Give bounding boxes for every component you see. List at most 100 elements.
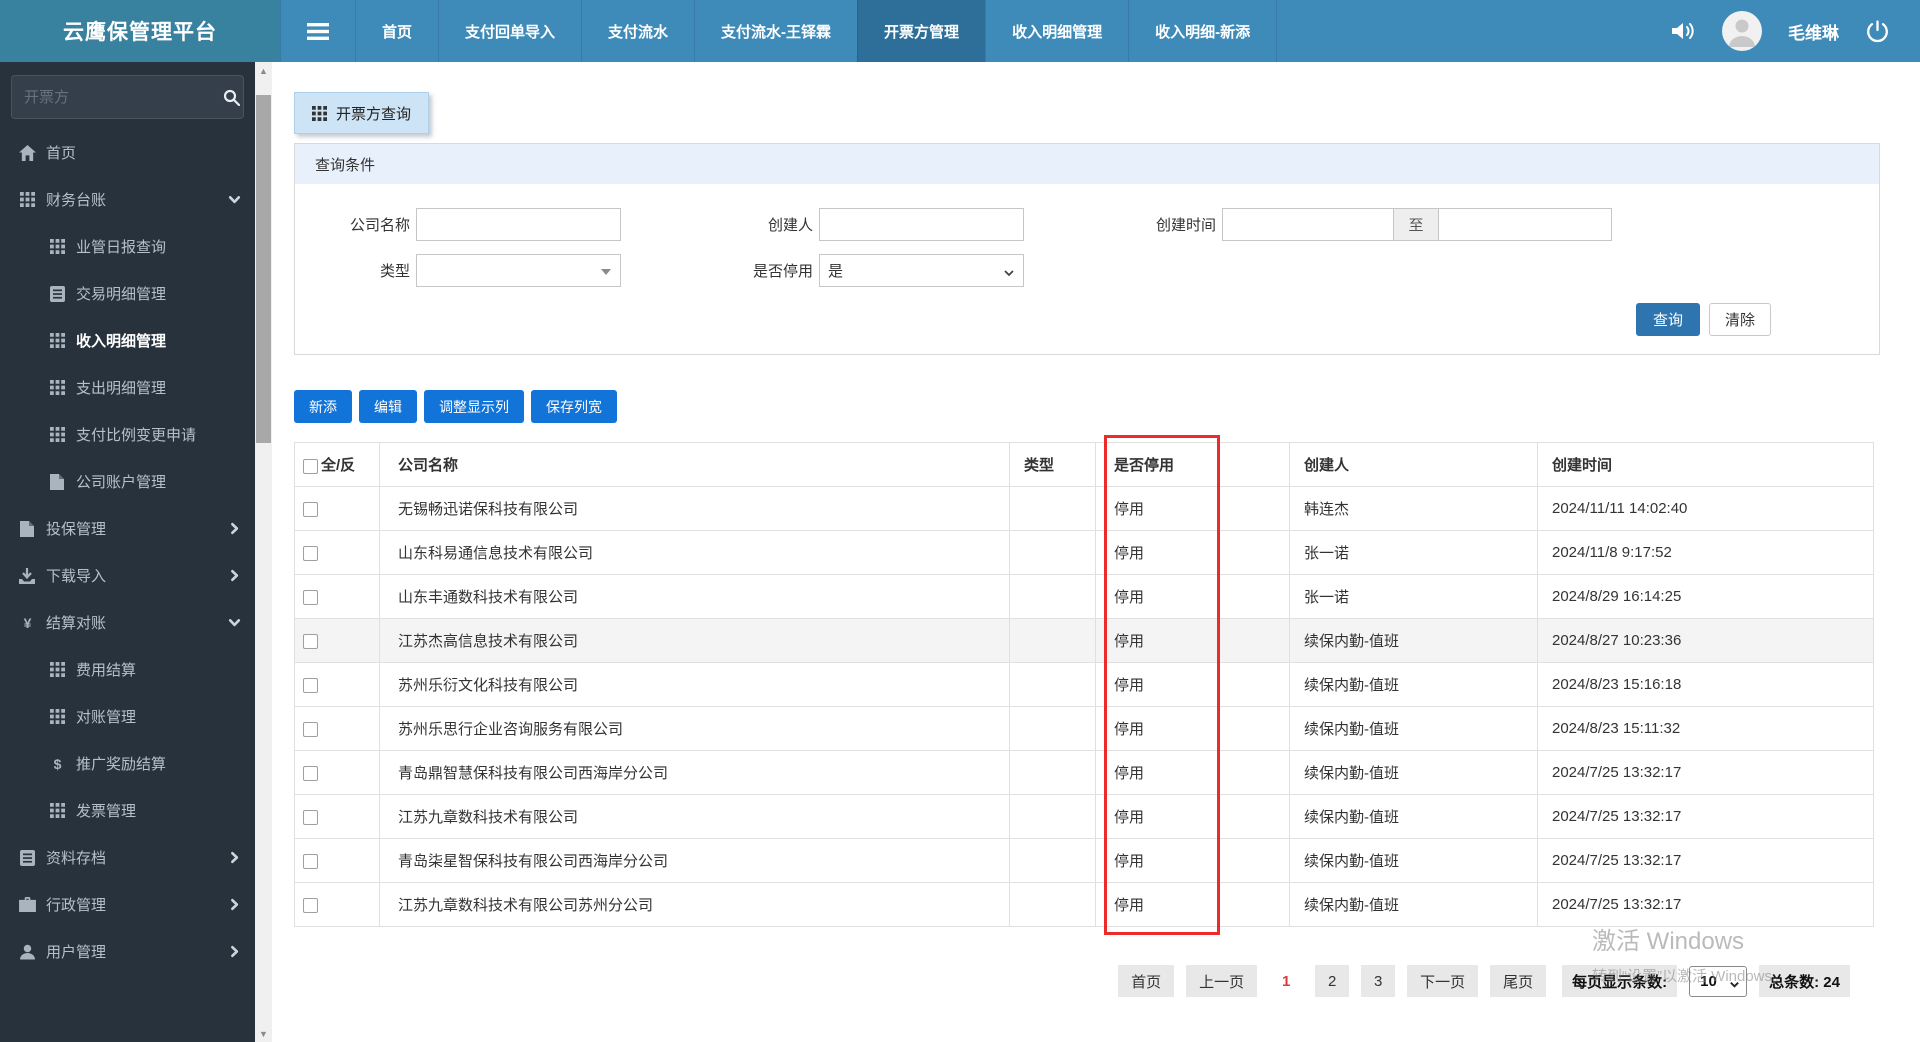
- topnav-tab-收入明细-新添[interactable]: 收入明细-新添: [1128, 0, 1278, 62]
- created-cell: 2024/8/23 15:16:18: [1537, 662, 1874, 707]
- select-all-checkbox[interactable]: [303, 458, 318, 474]
- table-row[interactable]: 江苏九章数科技术有限公司 停用 续保内勤-值班 2024/7/25 13:32:…: [294, 794, 1874, 839]
- edit-button[interactable]: 编辑: [359, 390, 417, 423]
- table-row[interactable]: 山东科易通信息技术有限公司 停用 张一诺 2024/11/8 9:17:52: [294, 530, 1874, 575]
- row-checkbox[interactable]: [303, 765, 318, 781]
- company-cell: 江苏九章数科技术有限公司: [379, 794, 1010, 839]
- save-column-width-button[interactable]: 保存列宽: [531, 390, 617, 423]
- search-icon[interactable]: [223, 89, 240, 106]
- sidebar-item-下载导入[interactable]: 下载导入: [0, 552, 255, 599]
- scroll-down-icon[interactable]: ▼: [255, 1025, 272, 1042]
- search-button[interactable]: 查询: [1636, 303, 1700, 336]
- add-button[interactable]: 新添: [294, 390, 352, 423]
- sidebar-item-收入明细管理[interactable]: 收入明细管理: [0, 317, 255, 364]
- sidebar-search-input[interactable]: [24, 88, 223, 106]
- row-checkbox[interactable]: [303, 809, 318, 825]
- toolbar: 新添 编辑 调整显示列 保存列宽: [294, 390, 1880, 423]
- table-row[interactable]: 山东丰通数科技术有限公司 停用 张一诺 2024/8/29 16:14:25: [294, 574, 1874, 619]
- type-cell: [1009, 750, 1096, 795]
- created-cell: 2024/7/25 13:32:17: [1537, 838, 1874, 883]
- company-name-input[interactable]: [416, 208, 621, 241]
- topnav-tab-支付流水-王铎霖[interactable]: 支付流水-王铎霖: [694, 0, 857, 62]
- creator-label: 创建人: [767, 217, 813, 234]
- sidebar-item-支付比例变更申请[interactable]: 支付比例变更申请: [0, 411, 255, 458]
- sidebar-item-投保管理[interactable]: 投保管理: [0, 505, 255, 552]
- sidebar-item-推广奖励结算[interactable]: $ 推广奖励结算: [0, 740, 255, 787]
- disabled-cell: 停用: [1095, 882, 1290, 927]
- avatar[interactable]: [1722, 11, 1762, 51]
- sidebar-item-资料存档[interactable]: 资料存档: [0, 834, 255, 881]
- row-checkbox[interactable]: [303, 589, 318, 605]
- created-cell: 2024/7/25 13:32:17: [1537, 750, 1874, 795]
- table-row[interactable]: 青岛鼎智慧保科技有限公司西海岸分公司 停用 续保内勤-值班 2024/7/25 …: [294, 750, 1874, 795]
- sidebar-item-对账管理[interactable]: 对账管理: [0, 693, 255, 740]
- table-row[interactable]: 江苏九章数科技术有限公司苏州分公司 停用 续保内勤-值班 2024/7/25 1…: [294, 882, 1874, 927]
- query-panel-title: 查询条件: [295, 144, 1879, 184]
- sidebar-item-发票管理[interactable]: 发票管理: [0, 787, 255, 834]
- topnav-tab-开票方管理[interactable]: 开票方管理: [857, 0, 986, 62]
- table-row[interactable]: 苏州乐衍文化科技有限公司 停用 续保内勤-值班 2024/8/23 15:16:…: [294, 662, 1874, 707]
- disabled-cell: 停用: [1095, 750, 1290, 795]
- grid-icon: [47, 427, 67, 442]
- sidebar-item-用户管理[interactable]: 用户管理: [0, 928, 255, 975]
- sidebar-item-行政管理[interactable]: 行政管理: [0, 881, 255, 928]
- svg-text:$: $: [53, 756, 61, 772]
- sidebar-item-交易明细管理[interactable]: 交易明细管理: [0, 270, 255, 317]
- prev-page-button[interactable]: 上一页: [1186, 965, 1258, 997]
- page-size-select[interactable]: 10: [1689, 965, 1748, 997]
- sidebar-item-费用结算[interactable]: 费用结算: [0, 646, 255, 693]
- company-name-label: 公司名称: [349, 217, 410, 234]
- table-row[interactable]: 江苏杰高信息技术有限公司 停用 续保内勤-值班 2024/8/27 10:23:…: [294, 618, 1874, 663]
- type-select[interactable]: [416, 254, 621, 287]
- row-checkbox[interactable]: [303, 721, 318, 737]
- creator-cell: 续保内勤-值班: [1289, 882, 1538, 927]
- hamburger-menu-icon[interactable]: [280, 0, 355, 62]
- pagination: 首页 上一页 123 下一页 尾页 每页显示条数: 10 总条数: 24: [294, 965, 1850, 997]
- table-row[interactable]: 无锡畅迅诺保科技有限公司 停用 韩连杰 2024/11/11 14:02:40: [294, 486, 1874, 531]
- user-name[interactable]: 毛维琳: [1788, 19, 1839, 44]
- chevron-right-icon: [228, 945, 241, 958]
- page-number-button-2[interactable]: 2: [1315, 965, 1350, 997]
- created-to-input[interactable]: [1438, 208, 1612, 241]
- power-icon[interactable]: [1865, 19, 1890, 44]
- row-checkbox[interactable]: [303, 897, 318, 913]
- table-row[interactable]: 青岛柒星智保科技有限公司西海岸分公司 停用 续保内勤-值班 2024/7/25 …: [294, 838, 1874, 883]
- page-number-button-3[interactable]: 3: [1361, 965, 1396, 997]
- scroll-up-icon[interactable]: ▲: [255, 62, 272, 79]
- row-checkbox[interactable]: [303, 633, 318, 649]
- speaker-icon[interactable]: [1669, 19, 1696, 43]
- dollar-icon: $: [47, 756, 67, 772]
- sidebar-scrollbar[interactable]: ▲ ▼: [255, 62, 272, 1042]
- sidebar-item-结算对账[interactable]: ¥ 结算对账: [0, 599, 255, 646]
- sidebar-item-公司账户管理[interactable]: 公司账户管理: [0, 458, 255, 505]
- page-tab-invoicer-query[interactable]: 开票方查询: [294, 92, 430, 134]
- next-page-button[interactable]: 下一页: [1407, 965, 1479, 997]
- sidebar-item-支出明细管理[interactable]: 支出明细管理: [0, 364, 255, 411]
- adjust-columns-button[interactable]: 调整显示列: [424, 390, 524, 423]
- created-from-input[interactable]: [1222, 208, 1394, 241]
- table-row[interactable]: 苏州乐思行企业咨询服务有限公司 停用 续保内勤-值班 2024/8/23 15:…: [294, 706, 1874, 751]
- briefcase-icon: [17, 897, 37, 912]
- row-checkbox[interactable]: [303, 501, 318, 517]
- scrollbar-thumb[interactable]: [256, 95, 271, 443]
- clear-button[interactable]: 清除: [1709, 303, 1771, 336]
- row-checkbox[interactable]: [303, 545, 318, 561]
- sidebar-item-首页[interactable]: 首页: [0, 129, 255, 176]
- topnav-tab-收入明细管理[interactable]: 收入明细管理: [985, 0, 1128, 62]
- topnav-tab-支付回单导入[interactable]: 支付回单导入: [438, 0, 581, 62]
- disabled-select[interactable]: 是: [819, 254, 1024, 287]
- creator-input[interactable]: [819, 208, 1024, 241]
- created-cell: 2024/11/8 9:17:52: [1537, 530, 1874, 575]
- topnav-tab-首页[interactable]: 首页: [355, 0, 438, 62]
- sidebar-item-业管日报查询[interactable]: 业管日报查询: [0, 223, 255, 270]
- sidebar-item-财务台账[interactable]: 财务台账: [0, 176, 255, 223]
- first-page-button[interactable]: 首页: [1118, 965, 1175, 997]
- last-page-button[interactable]: 尾页: [1490, 965, 1547, 997]
- disabled-cell: 停用: [1095, 706, 1290, 751]
- topnav-tab-支付流水[interactable]: 支付流水: [581, 0, 694, 62]
- row-checkbox[interactable]: [303, 677, 318, 693]
- sidebar-search: [11, 75, 244, 119]
- company-cell: 青岛鼎智慧保科技有限公司西海岸分公司: [379, 750, 1010, 795]
- page-number-button-1[interactable]: 1: [1269, 965, 1304, 997]
- row-checkbox[interactable]: [303, 853, 318, 869]
